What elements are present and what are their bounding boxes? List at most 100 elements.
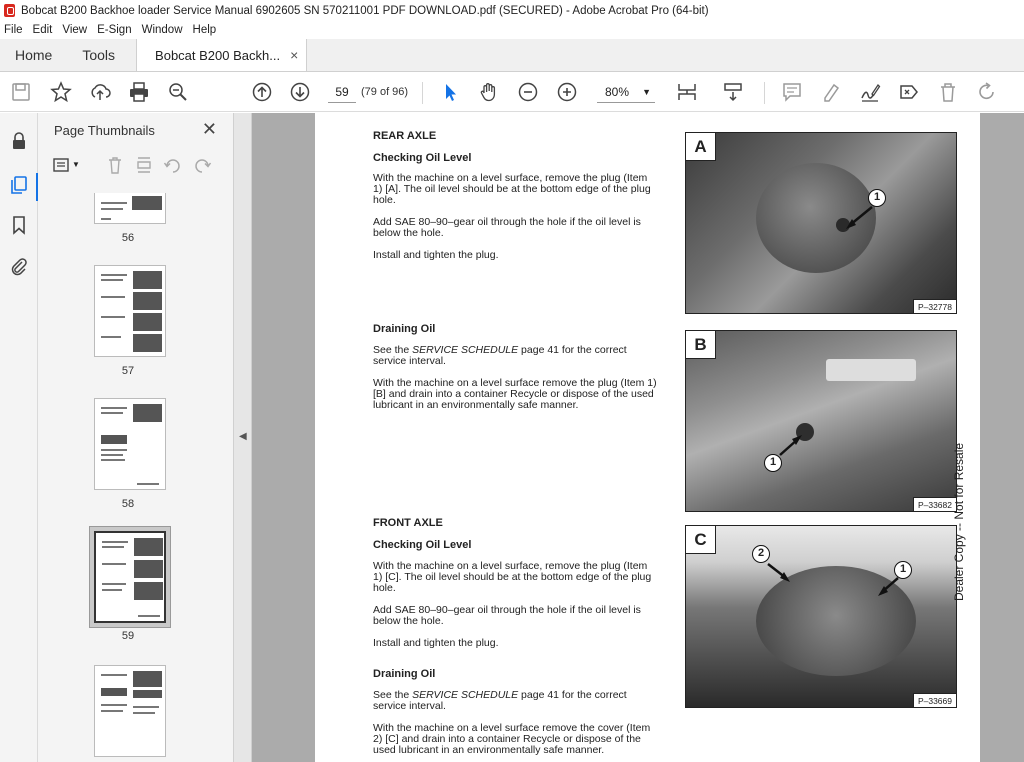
insert-page-icon[interactable] bbox=[134, 155, 154, 175]
panel-toolbar: ▼ bbox=[52, 155, 222, 177]
paperclip-icon[interactable] bbox=[9, 256, 29, 276]
paragraph: With the machine on a level surface, rem… bbox=[373, 172, 651, 206]
tab-home[interactable]: Home bbox=[0, 39, 67, 71]
paragraph: With the machine on a level surface remo… bbox=[373, 377, 657, 411]
paragraph: Add SAE 80–90–gear oil through the hole … bbox=[373, 216, 641, 239]
section-heading: REAR AXLE bbox=[373, 130, 437, 142]
close-icon[interactable]: ✕ bbox=[202, 119, 217, 140]
thumbnail-page-selected[interactable] bbox=[94, 531, 166, 623]
star-icon[interactable] bbox=[49, 80, 73, 104]
chevron-down-icon: ▼ bbox=[642, 87, 651, 97]
hand-icon[interactable] bbox=[477, 80, 501, 104]
callout-marker: 1 bbox=[894, 561, 912, 579]
paragraph: Install and tighten the plug. bbox=[373, 249, 499, 261]
rear-axle-section: REAR AXLE Checking Oil Level With the ma… bbox=[373, 131, 658, 261]
toolbar-divider bbox=[422, 82, 423, 104]
page-thumbnails-icon[interactable] bbox=[9, 175, 29, 195]
toolbar-divider bbox=[764, 82, 765, 104]
watermark-text: Dealer Copy -- Not for Resale bbox=[952, 442, 966, 601]
paragraph: Install and tighten the plug. bbox=[373, 637, 499, 649]
section-heading: FRONT AXLE bbox=[373, 517, 443, 529]
page-count: (79 of 96) bbox=[361, 86, 409, 98]
edit-stamp-icon[interactable] bbox=[897, 80, 921, 104]
zoom-in-icon[interactable] bbox=[555, 80, 579, 104]
figure-code: P–32778 bbox=[912, 299, 956, 313]
page-number-input[interactable]: 59 bbox=[328, 81, 356, 103]
save-icon[interactable] bbox=[9, 80, 33, 104]
figure-code: P–33682 bbox=[912, 497, 956, 511]
paragraph: Add SAE 80–90–gear oil through the hole … bbox=[373, 604, 641, 627]
tab-document-label: Bobcat B200 Backh... bbox=[155, 47, 281, 63]
acrobat-logo-icon bbox=[4, 4, 15, 17]
panel-collapse-handle[interactable]: ◀ bbox=[234, 113, 252, 762]
next-page-icon[interactable] bbox=[288, 80, 312, 104]
callout-marker: 2 bbox=[752, 545, 770, 563]
lock-icon[interactable] bbox=[9, 131, 29, 151]
front-axle-section: FRONT AXLE Checking Oil Level With the m… bbox=[373, 518, 658, 649]
paragraph: With the machine on a level surface, rem… bbox=[373, 560, 652, 594]
panel-title: Page Thumbnails bbox=[54, 123, 155, 138]
menu-window[interactable]: Window bbox=[142, 24, 183, 36]
paragraph: See the SERVICE SCHEDULE page 41 for the… bbox=[373, 689, 627, 712]
thumbnail-options-icon[interactable] bbox=[52, 155, 72, 175]
document-page: REAR AXLE Checking Oil Level With the ma… bbox=[315, 113, 980, 762]
thumbnail-list: 56 57 58 59 bbox=[38, 193, 218, 762]
document-viewer: REAR AXLE Checking Oil Level With the ma… bbox=[252, 113, 1024, 762]
thumbnail-page[interactable] bbox=[94, 665, 166, 757]
thumbnail-page[interactable] bbox=[94, 398, 166, 490]
select-pointer-icon[interactable] bbox=[438, 80, 462, 104]
front-axle-draining: Draining Oil See the SERVICE SCHEDULE pa… bbox=[373, 669, 658, 756]
print-icon[interactable] bbox=[127, 80, 151, 104]
tab-bar: Home Tools Bobcat B200 Backh... × bbox=[0, 39, 1024, 72]
thumbnail-page[interactable] bbox=[94, 193, 166, 224]
window-title: Bobcat B200 Backhoe loader Service Manua… bbox=[21, 4, 709, 17]
menu-bar: File Edit View E-Sign Window Help bbox=[0, 21, 1024, 39]
figure-a-photo: A 1 P–32778 bbox=[685, 132, 957, 314]
thumbnail-page[interactable] bbox=[94, 265, 166, 357]
prev-page-icon[interactable] bbox=[250, 80, 274, 104]
tab-document[interactable]: Bobcat B200 Backh... × bbox=[136, 39, 308, 71]
figure-code: P–33669 bbox=[912, 693, 956, 707]
tab-tools[interactable]: Tools bbox=[67, 39, 130, 71]
menu-esign[interactable]: E-Sign bbox=[97, 24, 132, 36]
subsection-heading: Draining Oil bbox=[373, 668, 436, 680]
bookmark-icon[interactable] bbox=[9, 215, 29, 235]
highlight-icon[interactable] bbox=[819, 80, 843, 104]
figure-c-photo: C 2 1 P–33669 bbox=[685, 525, 957, 708]
menu-help[interactable]: Help bbox=[193, 24, 217, 36]
figure-letter: A bbox=[686, 133, 716, 161]
subsection-heading: Checking Oil Level bbox=[373, 539, 472, 551]
redo-icon[interactable] bbox=[975, 80, 999, 104]
main-toolbar: 59 (79 of 96) 80% ▼ bbox=[0, 72, 1024, 112]
delete-icon[interactable] bbox=[105, 155, 125, 175]
tab-close-icon[interactable]: × bbox=[290, 47, 298, 63]
menu-file[interactable]: File bbox=[4, 24, 23, 36]
thumbnail-label: 59 bbox=[121, 630, 135, 642]
zoom-out-icon[interactable] bbox=[516, 80, 540, 104]
figure-letter: C bbox=[686, 526, 716, 554]
thumbnail-label: 56 bbox=[121, 232, 135, 244]
zoom-select[interactable]: 80% ▼ bbox=[597, 81, 655, 103]
figure-b-photo: B 1 P–33682 bbox=[685, 330, 957, 512]
chevron-down-icon[interactable]: ▼ bbox=[72, 155, 84, 175]
zoom-search-icon[interactable] bbox=[166, 80, 190, 104]
figure-letter: B bbox=[686, 331, 716, 359]
menu-view[interactable]: View bbox=[62, 24, 87, 36]
subsection-heading: Draining Oil bbox=[373, 323, 436, 335]
page-thumbnails-panel: Page Thumbnails ✕ ▼ 56 57 58 59 bbox=[38, 113, 264, 762]
upload-icon[interactable] bbox=[88, 80, 112, 104]
rear-axle-draining: Draining Oil See the SERVICE SCHEDULE pa… bbox=[373, 324, 658, 411]
scroll-mode-icon[interactable] bbox=[721, 80, 745, 104]
left-navigation-rail bbox=[0, 113, 38, 762]
rotate-left-icon[interactable] bbox=[163, 155, 183, 175]
delete-icon[interactable] bbox=[936, 80, 960, 104]
page-fit-icon[interactable] bbox=[675, 80, 699, 104]
subsection-heading: Checking Oil Level bbox=[373, 152, 472, 164]
comment-icon[interactable] bbox=[780, 80, 804, 104]
rotate-right-icon[interactable] bbox=[192, 155, 212, 175]
thumbnail-label: 57 bbox=[121, 365, 135, 377]
menu-edit[interactable]: Edit bbox=[33, 24, 53, 36]
window-titlebar: Bobcat B200 Backhoe loader Service Manua… bbox=[0, 0, 1024, 21]
sign-icon[interactable] bbox=[858, 80, 882, 104]
callout-marker: 1 bbox=[868, 189, 886, 207]
